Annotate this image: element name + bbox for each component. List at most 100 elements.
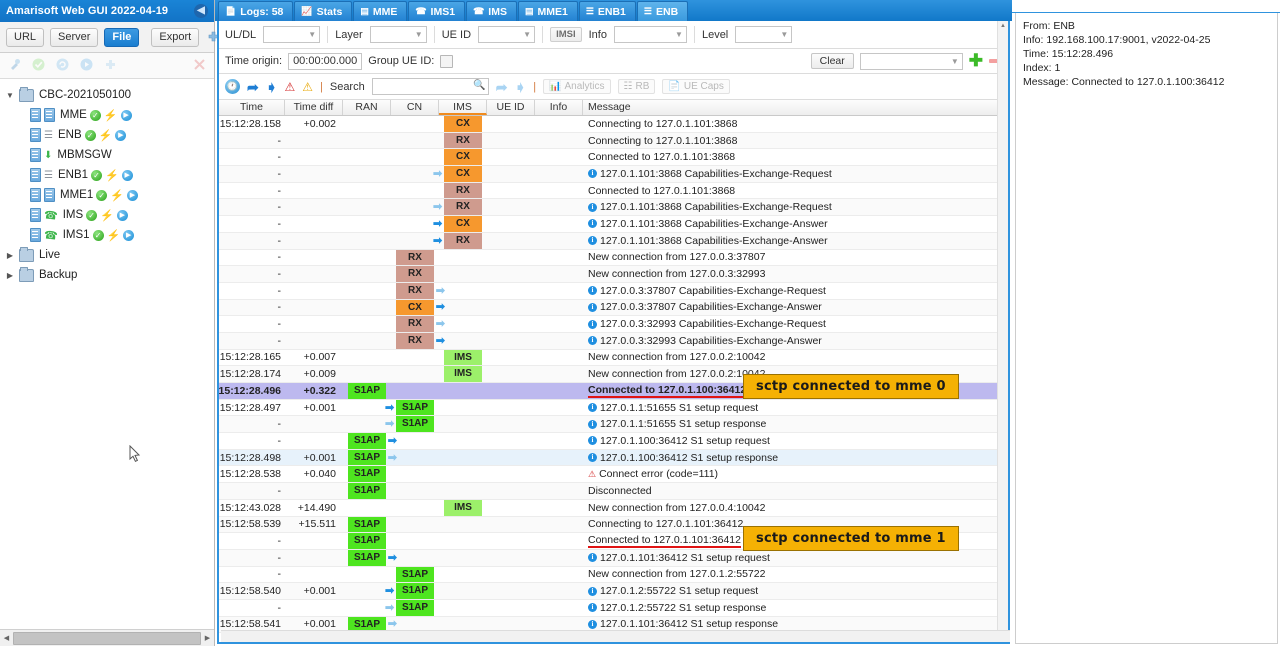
table-row[interactable]: - S1AP New connection from 127.0.1.2:55722 [219,566,1008,584]
tree-folder-live[interactable]: ▶ Live [4,245,214,265]
wrench-icon[interactable] [8,58,21,74]
arrow-right-icon[interactable]: ➧ [266,80,278,94]
warning-icon[interactable]: ⚠ [302,80,313,94]
scroll-up-icon[interactable]: ▲ [998,21,1008,31]
tree-root[interactable]: ▼ CBC-2021050100 [4,85,214,105]
clock-icon[interactable]: 🕐 [225,79,240,94]
arrow-left-icon[interactable]: ➦ [247,80,259,94]
tab-stats[interactable]: 📈 Stats [294,1,353,21]
column-header-message[interactable]: Message [583,100,1008,115]
tree-item-ims1[interactable]: ☎ IMS1 ✓ ⚡ ▶ [4,225,214,245]
tab-mme1[interactable]: ▤ MME1 [517,1,578,21]
column-header-ims[interactable]: IMS [439,100,487,115]
search-input[interactable]: 🔍 [371,78,489,95]
expand-arrow-icon[interactable]: ▼ [4,91,16,100]
url-button[interactable]: URL [6,27,45,47]
left-horizontal-scrollbar[interactable]: ◀ ▶ [0,629,214,646]
table-row[interactable]: - CX ➡ i 127.0.0.3:37807 Capabilities-Exchan… [219,299,1008,317]
table-row[interactable]: 15:12:28.497 +0.001 S1AP ➡ i 127.0.1.1:51655 … [219,399,1008,417]
scroll-right-icon[interactable]: ▶ [201,634,214,642]
table-row[interactable]: - RX New connection from 127.0.0.3:37807 [219,249,1008,267]
table-row[interactable]: - RX ➡ i 127.0.1.101:3868 Capabilities-Excha… [219,232,1008,250]
column-header-time[interactable]: Time [219,100,285,115]
main-horizontal-scrollbar[interactable] [221,630,1010,642]
file-button[interactable]: File [104,27,140,47]
scroll-thumb[interactable] [13,631,201,645]
table-row[interactable]: - RX Connecting to 127.0.1.101:3868 [219,132,1008,150]
tab-enb[interactable]: ☰ ENB [636,1,689,21]
vertical-scrollbar[interactable]: ▲ [997,21,1008,642]
table-row[interactable]: 15:12:28.158 +0.002 CX Connecting to 127.0.… [219,116,1008,133]
power-icon[interactable]: ⚡ [100,209,114,222]
table-row[interactable]: 15:12:58.540 +0.001 S1AP ➡ i 127.0.1.2:55722 … [219,583,1008,600]
tab-logs[interactable]: 📄 Logs: 58 [218,1,294,21]
table-row[interactable]: - CX ➡ i 127.0.1.101:3868 Capabilities-Excha… [219,216,1008,233]
preset-select[interactable]: ▼ [859,52,963,70]
table-row[interactable]: - RX ➡ i 127.0.1.101:3868 Capabilities-Excha… [219,199,1008,217]
ueid-select[interactable]: ▼ [478,26,536,43]
table-row[interactable]: - RX Connected to 127.0.1.101:3868 [219,182,1008,200]
collapse-panel-icon[interactable]: ◀ [194,4,208,18]
table-row[interactable]: - S1AP ➡ i 127.0.1.2:55722 S1 setup response [219,599,1008,617]
next-match-icon[interactable]: ➧ [514,80,526,94]
tree-item-mbmsgw[interactable]: ⬇ MBMSGW [4,145,214,165]
table-row[interactable]: 15:12:28.538 +0.040 S1AP ⚠ Connect error (co… [219,466,1008,484]
table-row[interactable]: - RX ➡ i 127.0.0.3:37807 Capabilities-Exchan… [219,282,1008,300]
table-row[interactable]: 15:12:28.165 +0.007 IMS New connection from… [219,349,1008,367]
tree-item-enb[interactable]: ☰ ENB ✓ ⚡ ▶ [4,125,214,145]
table-row[interactable]: - RX ➡ i 127.0.0.3:32993 Capabilities-Exchan… [219,316,1008,333]
analytics-button[interactable]: 📊 Analytics [543,79,611,94]
delete-icon[interactable] [193,58,206,74]
check-icon[interactable] [32,58,45,74]
export-button[interactable]: Export [151,27,200,47]
column-header-info[interactable]: Info [535,100,583,115]
tree-item-enb1[interactable]: ☰ ENB1 ✓ ⚡ ▶ [4,165,214,185]
column-header-cn[interactable]: CN [391,100,439,115]
table-row[interactable]: - CX ➡ i 127.0.1.101:3868 Capabilities-Excha… [219,166,1008,183]
table-row[interactable]: - S1AP ➡ i 127.0.1.100:36412 S1 setup reques… [219,433,1008,450]
tab-enb1[interactable]: ☰ ENB1 [578,1,636,21]
table-row[interactable]: - CX Connected to 127.0.1.101:3868 [219,149,1008,167]
expand-arrow-icon[interactable]: ▶ [4,251,16,260]
clear-button[interactable]: Clear [810,53,854,69]
table-row[interactable]: - S1AP Disconnected [219,483,1008,500]
tab-ims[interactable]: ☎ IMS [466,1,517,21]
add-node-icon[interactable] [104,58,117,74]
info-select[interactable]: ▼ [613,26,687,43]
play-icon[interactable]: ▶ [123,229,135,241]
tree-item-mme[interactable]: MME ✓ ⚡ ▶ [4,105,214,125]
binoculars-icon[interactable]: 🔍 [473,80,485,91]
layer-select[interactable]: ▼ [369,26,427,43]
table-row[interactable]: 15:12:43.028 +14.490 IMS New connection fro… [219,499,1008,517]
play-icon[interactable]: ▶ [126,189,138,201]
table-row[interactable]: - RX New connection from 127.0.0.3:32993 [219,266,1008,283]
power-icon[interactable]: ⚡ [99,129,113,142]
refresh-icon[interactable] [56,58,69,74]
prev-match-icon[interactable]: ➦ [496,80,508,94]
power-icon[interactable]: ⚡ [107,229,121,242]
column-header-timediff[interactable]: Time diff [285,100,343,115]
table-row[interactable]: 15:12:28.498 +0.001 S1AP ➡ i 127.0.1.100:3641… [219,449,1008,467]
group-ueid-checkbox[interactable] [440,54,454,68]
plus-icon[interactable]: ✚ [969,52,983,69]
tab-mme[interactable]: ▤ MME [353,1,408,21]
power-icon[interactable]: ⚡ [105,169,119,182]
power-icon[interactable]: ⚡ [110,189,124,202]
error-icon[interactable]: ⚠ [284,80,295,94]
tab-ims1[interactable]: ☎ IMS1 [408,1,466,21]
tree-folder-backup[interactable]: ▶ Backup [4,265,214,285]
tree-item-ims[interactable]: ☎ IMS ✓ ⚡ ▶ [4,205,214,225]
uldl-select[interactable]: ▼ [263,26,321,43]
play-icon[interactable]: ▶ [116,209,128,221]
time-origin-input[interactable]: 00:00:00.000 [288,52,363,70]
table-row[interactable]: - S1AP ➡ i 127.0.1.101:36412 S1 setup reques… [219,549,1008,567]
imsi-button[interactable]: IMSI [550,27,582,42]
play-icon[interactable]: ▶ [121,169,133,181]
scroll-left-icon[interactable]: ◀ [0,634,13,642]
play-icon[interactable] [80,58,93,74]
level-select[interactable]: ▼ [735,26,793,43]
table-row[interactable]: - RX ➡ i 127.0.0.3:32993 Capabilities-Exchan… [219,332,1008,350]
column-header-ran[interactable]: RAN [343,100,391,115]
rb-button[interactable]: ☷ RB [617,79,656,94]
expand-arrow-icon[interactable]: ▶ [4,271,16,280]
